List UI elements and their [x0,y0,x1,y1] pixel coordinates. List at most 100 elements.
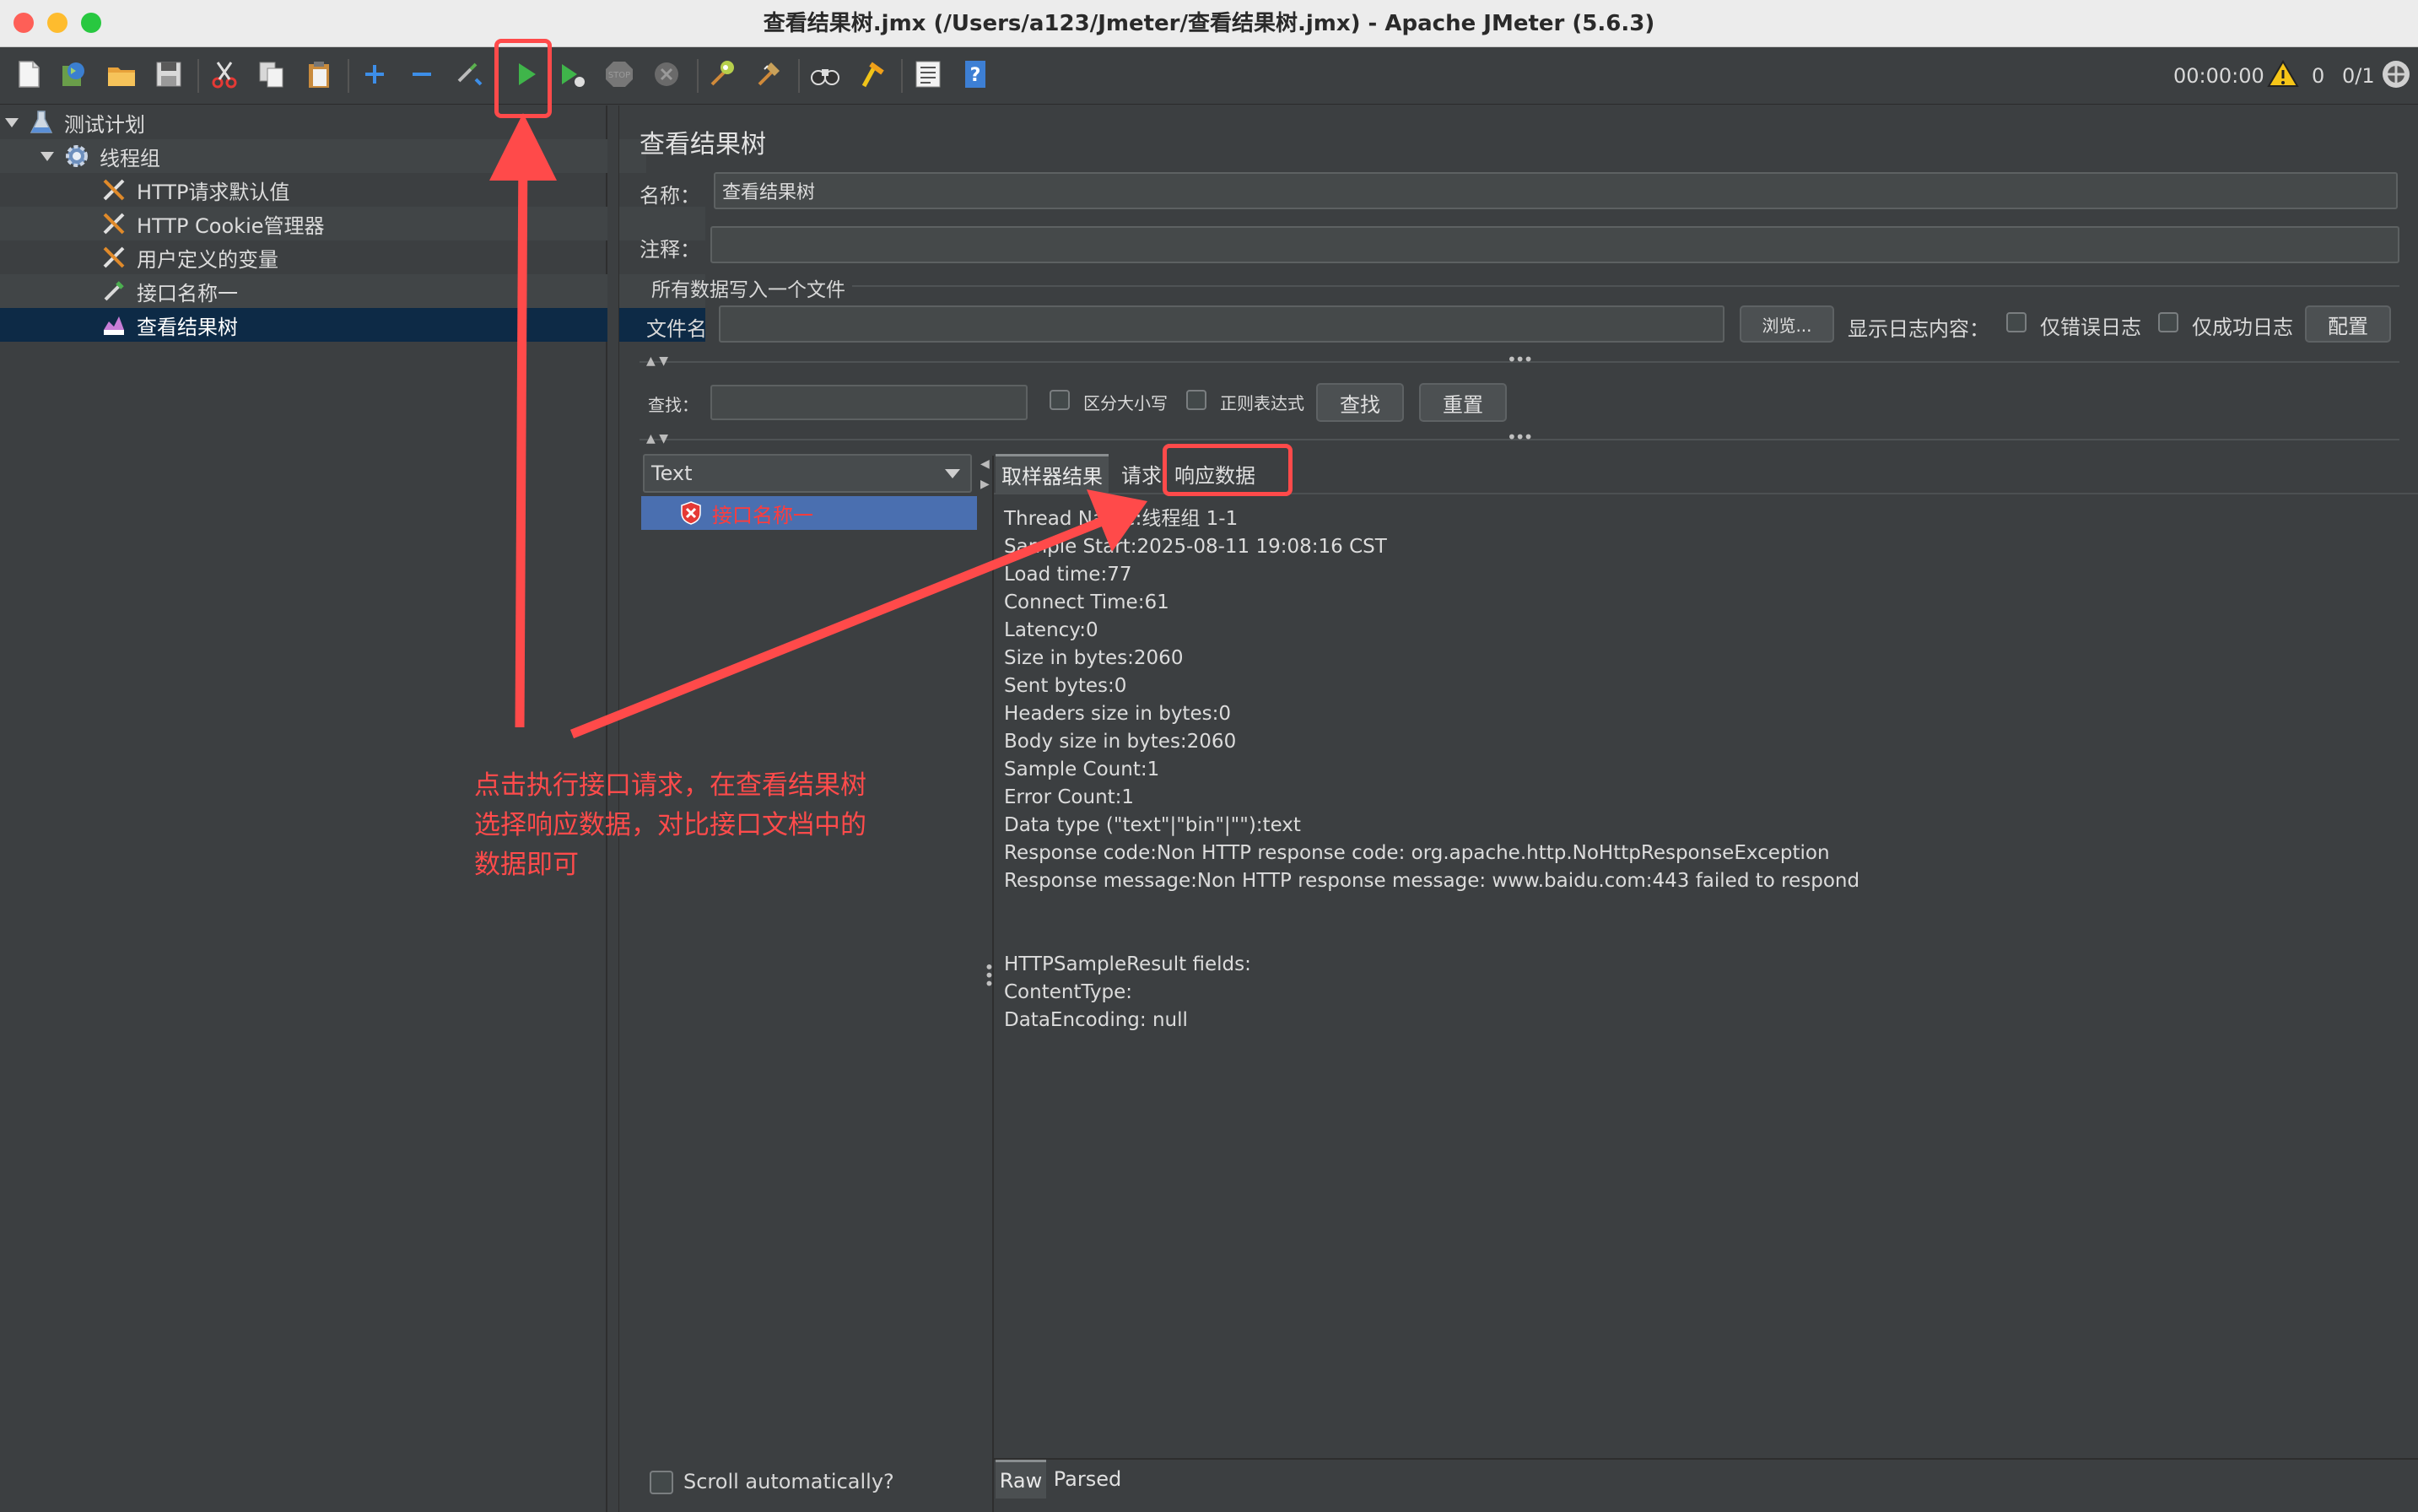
errors-only-checkbox[interactable] [2006,312,2027,332]
result-line: Headers size in bytes:0 [1004,703,1231,725]
comment-label: 注释： [640,238,700,262]
reset-search-icon[interactable] [854,56,891,93]
divider-grip-icon[interactable]: ••• [1507,427,1533,447]
warning-icon[interactable] [2264,56,2302,93]
sample-result-item[interactable]: 接口名称一 [641,496,977,530]
copy-icon[interactable] [253,56,290,93]
cut-icon[interactable] [206,56,243,93]
log-display-label: 显示日志内容： [1848,317,1989,341]
filename-field[interactable] [719,305,1724,343]
name-label: 名称： [640,184,700,208]
toolbar: STOP ? 00:00:00 0 0/1 [0,47,2418,105]
annotation-box-start [494,39,552,118]
name-field[interactable]: 查看结果树 [714,172,2398,209]
configure-button[interactable]: 配置 [2305,305,2391,343]
success-only-checkbox[interactable] [2158,312,2178,332]
reset-button[interactable]: 重置 [1419,383,1507,422]
result-line: Connect Time:61 [1004,591,1169,613]
title-bar: 查看结果树.jmx (/Users/a123/Jmeter/查看结果树.jmx)… [0,0,2418,47]
toggle-icon[interactable] [451,56,488,93]
sample-result-list [640,496,977,1461]
result-line: Body size in bytes:2060 [1004,731,1237,753]
tree-item-label: 线程组 [100,146,160,170]
tab-raw[interactable]: Raw [996,1460,1046,1498]
svg-text:STOP: STOP [608,71,630,80]
annotation-text: 点击执行接口请求，在查看结果树 选择响应数据，对比接口文档中的 数据即可 [474,766,913,885]
expand-icon[interactable] [356,56,393,93]
wrench-icon [100,176,128,204]
paste-icon[interactable] [300,56,337,93]
annotation-box-response-tab [1163,444,1293,496]
shutdown-icon[interactable] [648,56,685,93]
scroll-automatically-checkbox[interactable] [650,1471,673,1494]
annotation-line: 选择响应数据，对比接口文档中的 [474,810,866,840]
tab-request[interactable]: 请求 [1115,454,1168,493]
case-sensitive-label: 区分大小写 [1083,393,1168,413]
result-line: Response code:Non HTTP response code: or… [1004,842,1830,864]
tab-sampler-result[interactable]: 取样器结果 [996,454,1109,493]
elapsed-timer: 00:00:00 [2173,64,2264,88]
scroll-automatically-label: Scroll automatically? [683,1470,894,1493]
tree-item-label: 查看结果树 [137,315,238,339]
clear-all-icon[interactable] [751,56,788,93]
wrench-icon [100,209,128,238]
tree-item-user-variables[interactable]: 用户定义的变量 [0,240,705,274]
result-line: Error Count:1 [1004,786,1135,808]
chevron-down-icon[interactable] [945,469,960,478]
result-line [1004,896,2396,924]
error-shield-icon [678,500,704,526]
result-line: Latency:0 [1004,619,1098,641]
renderer-value: Text [651,462,693,485]
tree-item-label: HTTP请求默认值 [137,180,290,204]
templates-icon[interactable] [56,56,93,93]
result-line: Sample Start:2025-08-11 19:08:16 CST [1004,536,1387,558]
result-line: Thread Name:线程组 1-1 [1004,508,1239,530]
renderer-select[interactable]: Text [643,454,972,493]
divider-arrows-icon[interactable]: ▲ ▼ [646,432,668,446]
svg-text:?: ? [970,65,981,86]
result-line: Load time:77 [1004,564,1132,586]
save-icon[interactable] [150,56,187,93]
splitter-arrow-left-icon[interactable]: ◀ [980,457,990,471]
annotation-line: 点击执行接口请求，在查看结果树 [474,770,866,801]
success-only-label: 仅成功日志 [2192,316,2293,339]
tree-item-label: HTTP Cookie管理器 [137,213,325,238]
expand-arrow-icon[interactable] [5,117,19,127]
clear-icon[interactable] [704,56,741,93]
regex-label: 正则表达式 [1220,393,1304,413]
tree-item-label: 用户定义的变量 [137,247,278,272]
divider-arrows-icon[interactable]: ▲ ▼ [646,354,668,368]
comment-field[interactable] [710,226,2399,263]
function-helper-icon[interactable] [909,56,947,93]
tree-item-cookie-manager[interactable]: HTTP Cookie管理器 [0,207,705,240]
divider-grip-icon[interactable]: ••• [1507,349,1533,370]
sampler-result-text: Thread Name:线程组 1-1 Sample Start:2025-08-… [1004,506,2396,1035]
result-line: DataEncoding: null [1004,1009,1188,1031]
stop-icon[interactable]: STOP [601,56,638,93]
search-icon[interactable] [807,56,844,93]
start-no-timers-icon[interactable] [553,56,591,93]
wrench-icon [100,243,128,272]
tree-item-results-tree[interactable]: 查看结果树 [0,308,705,342]
tree-item-thread-group[interactable]: 线程组 [0,139,646,173]
case-sensitive-checkbox[interactable] [1050,390,1070,410]
result-line: Data type ("text"|"bin"|""):text [1004,814,1301,836]
search-input[interactable] [710,385,1028,420]
new-icon[interactable] [10,56,47,93]
tree-item-sampler[interactable]: 接口名称一 [0,274,705,308]
open-icon[interactable] [103,56,140,93]
browse-button[interactable]: 浏览... [1740,305,1834,343]
help-icon[interactable]: ? [957,56,994,93]
regex-checkbox[interactable] [1186,390,1206,410]
tree-item-http-defaults[interactable]: HTTP请求默认值 [0,173,705,207]
splitter-arrow-right-icon[interactable]: ▶ [980,478,990,491]
collapse-icon[interactable] [403,56,440,93]
annotation-line: 数据即可 [474,850,579,880]
remote-status-icon[interactable] [2378,56,2415,93]
tab-parsed[interactable]: Parsed [1053,1460,1122,1498]
expand-arrow-icon[interactable] [40,151,54,161]
find-button[interactable]: 查找 [1316,383,1404,422]
tree-item-label: 接口名称一 [137,281,238,305]
file-section-border [852,285,2399,287]
panel-heading: 查看结果树 [640,130,766,159]
